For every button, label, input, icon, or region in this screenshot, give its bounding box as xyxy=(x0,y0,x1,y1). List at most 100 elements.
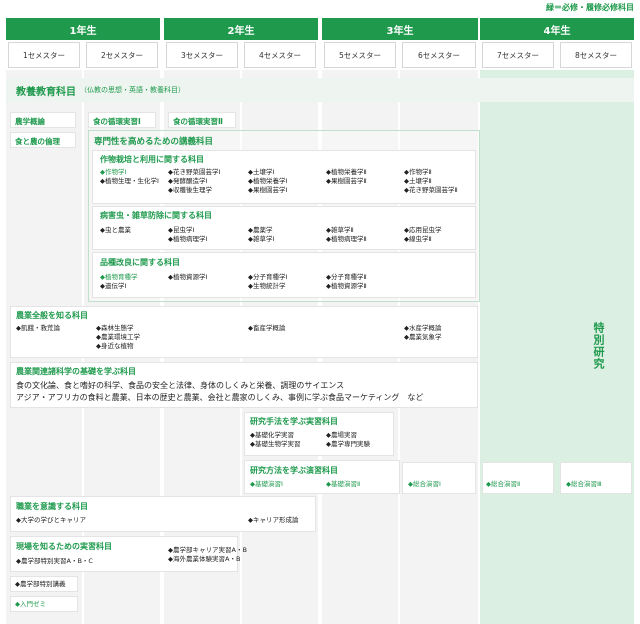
career-s1: ◆大学の学びとキャリア xyxy=(16,516,86,524)
methods-title: 研究手法を学ぶ実習科目 xyxy=(250,417,338,426)
list-item: ◆果樹園芸学Ⅱ xyxy=(326,177,367,185)
legend: 緑＝必修・履修必修科目 xyxy=(546,3,634,12)
field-title: 現場を知るための実習科目 xyxy=(16,542,112,551)
year-1: 1年生 xyxy=(6,18,160,40)
list-item: ◆植物資源学Ⅰ xyxy=(168,273,208,281)
special-research: 特別研究 xyxy=(592,322,605,370)
list-item: ◆虫と農業 xyxy=(100,226,131,234)
overall-s4: ◆畜産学概論 xyxy=(248,324,286,333)
list-item: ◆雑草学Ⅰ xyxy=(248,235,275,243)
seminar-s5: ◆基礎演習Ⅱ xyxy=(326,480,361,488)
list-item: ◆農業環境工学 xyxy=(96,333,140,341)
list-item: ◆森林生態学 xyxy=(96,324,134,332)
list-item: ◆応用昆虫学 xyxy=(404,226,442,234)
breed-s3: ◆植物資源学Ⅰ xyxy=(168,273,207,282)
list-item: ◆作物学Ⅰ xyxy=(100,168,127,176)
year-4: 4年生 xyxy=(480,18,634,40)
pest-s5: ◆雑草学Ⅱ ◆植物病理学Ⅱ xyxy=(326,226,367,244)
career-s4: ◆キャリア形成論 xyxy=(248,516,299,524)
list-item: ◆飢餓・救荒論 xyxy=(16,324,60,332)
list-item: ◆植物育種学 xyxy=(100,273,138,281)
field-s3: ◆農学部キャリア実習A・B ◆海外農業体験実習A・B xyxy=(168,546,247,564)
list-item: ◆基礎生物学実習 xyxy=(250,440,301,448)
list-item: ◆収穫後生理学 xyxy=(168,186,212,194)
course-intro-seminar: ◆入門ゼミ xyxy=(10,596,78,612)
pest-s2: ◆虫と農業 xyxy=(100,226,131,235)
semester-6: 6セメスター xyxy=(402,42,476,68)
crop-s2: ◆作物学Ⅰ ◆植物生理・生化学Ⅰ xyxy=(100,168,159,186)
list-item: ◆生物統計学 xyxy=(248,282,286,290)
semester-3: 3セメスター xyxy=(166,42,238,68)
seminar-s6-box xyxy=(402,462,476,494)
list-item: ◆土壌学Ⅱ xyxy=(404,177,432,185)
list-item: ◆植物資源学Ⅱ xyxy=(326,282,367,290)
list-item: ◆農場実習 xyxy=(326,431,357,439)
list-item: ◆果樹園芸学Ⅰ xyxy=(248,186,288,194)
liberal-arts-title: 教養教育科目 xyxy=(16,86,76,98)
list-item: ◆農薬学 xyxy=(248,226,273,234)
list-item: ◆植物生理・生化学Ⅰ xyxy=(100,177,159,185)
seminar-s7-box xyxy=(482,462,554,494)
crop-s6: ◆作物学Ⅱ ◆土壌学Ⅱ ◆花き野菜園芸学Ⅱ xyxy=(404,168,458,195)
seminar-s8-box xyxy=(560,462,632,494)
crop-title: 作物栽培と利用に関する科目 xyxy=(100,155,204,164)
field-s1: ◆農学部特別実習A・B・C xyxy=(16,557,93,565)
list-item: ◆農学部キャリア実習A・B xyxy=(168,546,247,554)
list-item: ◆土壌学Ⅰ xyxy=(248,168,275,176)
list-item: ◆植物栄養学Ⅱ xyxy=(326,168,367,176)
semester-4: 4セメスター xyxy=(244,42,316,68)
list-item: ◆畜産学概論 xyxy=(248,324,286,332)
seminar-s7: ◆総合演習Ⅱ xyxy=(486,480,521,488)
list-item: ◆発酵醸造学Ⅰ xyxy=(168,177,208,185)
list-item: ◆農業気象学 xyxy=(404,333,442,341)
crop-s5: ◆植物栄養学Ⅱ ◆果樹園芸学Ⅱ xyxy=(326,168,367,186)
col-bg-78 xyxy=(480,70,634,624)
course-special-lecture: ◆農学部特別講義 xyxy=(10,576,78,592)
overall-title: 農業全般を知る科目 xyxy=(16,311,88,320)
seminar-s6: ◆総合演習Ⅰ xyxy=(408,480,441,488)
related-title: 農業関連諸科学の基礎を学ぶ科目 xyxy=(16,367,136,376)
related-line-1: 食の文化論、食と嗜好の科学、食品の安全と法律、身体のしくみと栄養、調理のサイエン… xyxy=(16,381,345,390)
seminar-s8: ◆総合演習Ⅲ xyxy=(566,480,602,488)
list-item: ◆植物病理学Ⅱ xyxy=(326,235,367,243)
overall-s6: ◆水産学概論 ◆農業気象学 xyxy=(404,324,442,342)
list-item: ◆雑草学Ⅱ xyxy=(326,226,354,234)
course-junkan-1: 食の循環実習Ⅰ xyxy=(88,112,156,128)
course-nogaku: 農学概論 xyxy=(10,112,76,128)
breed-s4: ◆分子育種学Ⅰ ◆生物統計学 xyxy=(248,273,287,291)
overall-s2: ◆森林生態学 ◆農業環境工学 ◆身近な植物 xyxy=(96,324,140,351)
seminar-title: 研究方法を学ぶ演習科目 xyxy=(250,466,338,475)
breed-s2: ◆植物育種学 ◆遺伝学Ⅰ xyxy=(100,273,138,291)
semester-7: 7セメスター xyxy=(482,42,554,68)
list-item: ◆遺伝学Ⅰ xyxy=(100,282,127,290)
list-item: ◆海外農業体験実習A・B xyxy=(168,555,241,563)
breed-s5: ◆分子育種学Ⅱ ◆植物資源学Ⅱ xyxy=(326,273,367,291)
semester-5: 5セメスター xyxy=(324,42,396,68)
related-line-2: アジア・アフリカの食料と農業、日本の歴史と農業、会社と農家のしくみ、事例に学ぶ食… xyxy=(16,393,424,402)
overall-s1: ◆飢餓・救荒論 xyxy=(16,324,60,333)
list-item: ◆分子育種学Ⅰ xyxy=(248,273,288,281)
crop-s4: ◆土壌学Ⅰ ◆植物栄養学Ⅰ ◆果樹園芸学Ⅰ xyxy=(248,168,287,195)
list-item: ◆花き野菜園芸学Ⅱ xyxy=(404,186,458,194)
course-junkan-2: 食の循環実習Ⅱ xyxy=(168,112,236,128)
list-item: ◆花き野菜園芸学Ⅰ xyxy=(168,168,221,176)
liberal-arts-band: 教養教育科目 （仏教の思想・英語・教養科目） xyxy=(6,78,634,102)
year-3: 3年生 xyxy=(322,18,478,40)
pest-title: 病害虫・雑草防除に関する科目 xyxy=(100,211,212,220)
list-item: ◆身近な植物 xyxy=(96,342,134,350)
semester-8: 8セメスター xyxy=(560,42,632,68)
list-item: ◆昆虫学Ⅰ xyxy=(168,226,195,234)
list-item: ◆基礎化学実習 xyxy=(250,431,294,439)
list-item: ◆植物栄養学Ⅰ xyxy=(248,177,288,185)
crop-s3: ◆花き野菜園芸学Ⅰ ◆発酵醸造学Ⅰ ◆収穫後生理学 xyxy=(168,168,220,195)
pest-s3: ◆昆虫学Ⅰ ◆植物病理学Ⅰ xyxy=(168,226,207,244)
specialty-title: 専門性を高めるための講義科目 xyxy=(94,137,214,147)
course-shoku-nou: 食と農の倫理 xyxy=(10,132,76,148)
methods-s4: ◆基礎化学実習 ◆基礎生物学実習 xyxy=(250,431,301,449)
list-item: ◆農学専門実験 xyxy=(326,440,370,448)
career-title: 職業を意識する科目 xyxy=(16,502,88,511)
pest-s4: ◆農薬学 ◆雑草学Ⅰ xyxy=(248,226,274,244)
methods-s5: ◆農場実習 ◆農学専門実験 xyxy=(326,431,370,449)
year-2: 2年生 xyxy=(164,18,318,40)
list-item: ◆植物病理学Ⅰ xyxy=(168,235,208,243)
